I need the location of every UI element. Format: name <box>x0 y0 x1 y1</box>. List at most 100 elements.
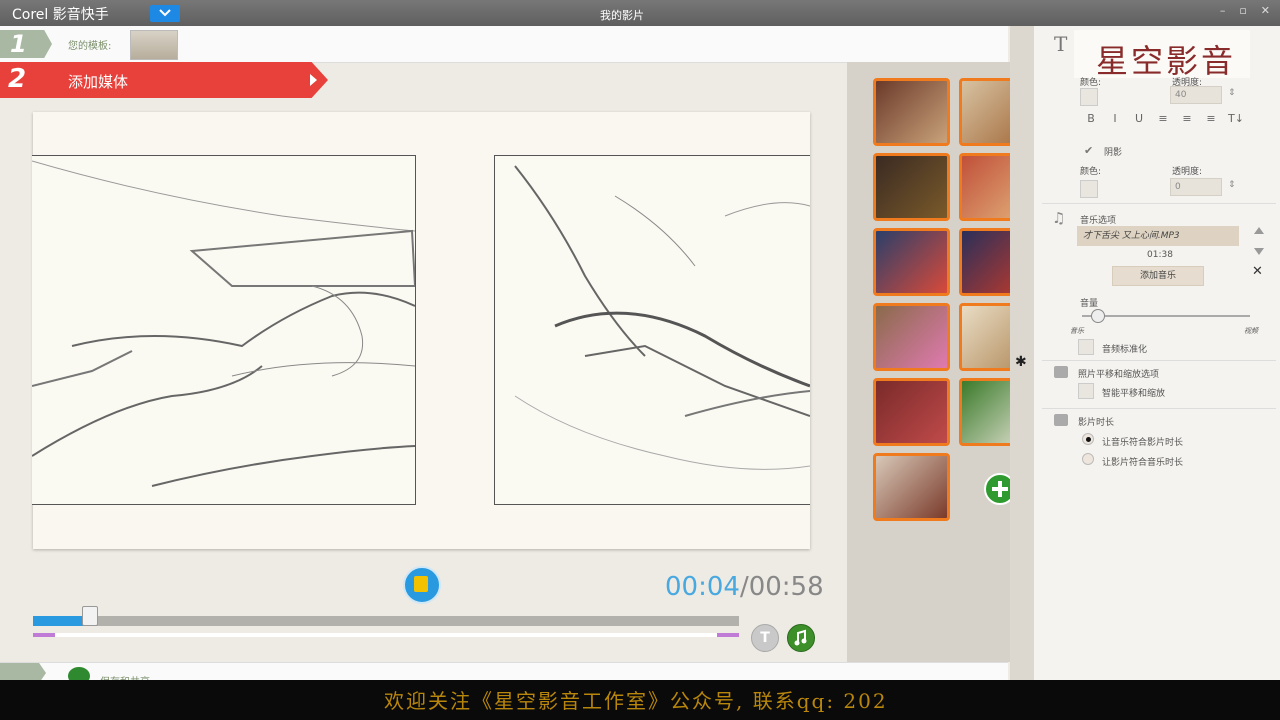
media-thumbnail[interactable] <box>959 378 1010 446</box>
play-pause-button[interactable] <box>403 566 441 604</box>
move-down-icon[interactable] <box>1254 248 1264 255</box>
normalize-label: 音频标准化 <box>1102 345 1148 355</box>
step2-header[interactable]: 2 添加媒体 <box>0 62 328 98</box>
add-music-button[interactable]: 添加音乐 <box>1112 266 1204 286</box>
clip-marker-start <box>33 633 55 637</box>
stepper-icon[interactable]: ⇕ <box>1228 180 1236 190</box>
volume-slider-knob[interactable] <box>1091 309 1105 323</box>
media-library-panel <box>847 62 1010 662</box>
timeline-scrubber[interactable] <box>33 606 739 626</box>
sketch-image-right <box>514 165 810 470</box>
scrubber-handle[interactable] <box>82 606 99 626</box>
music-note-icon: ♫ <box>1052 209 1066 227</box>
maximize-button[interactable]: ▫ <box>1239 4 1246 17</box>
time-display: 00:04/00:58 <box>665 572 824 602</box>
volume-slider[interactable] <box>1082 315 1250 317</box>
panel-divider[interactable] <box>1010 26 1034 680</box>
total-time: 00:58 <box>748 572 824 602</box>
window-title: 我的影片 <box>600 9 644 22</box>
clip-marker-end <box>717 633 739 637</box>
sketch-image-left <box>32 160 415 487</box>
media-thumbnail[interactable] <box>959 303 1010 371</box>
fit-music-radio[interactable] <box>1082 433 1094 445</box>
time-separator: / <box>739 572 749 602</box>
media-thumbnail[interactable] <box>873 453 950 521</box>
underline-button[interactable]: U <box>1132 112 1146 125</box>
fit-movie-label: 让影片符合音乐时长 <box>1102 458 1184 468</box>
music-duration: 01:38 <box>1147 250 1173 260</box>
current-time: 00:04 <box>665 572 740 602</box>
timeline-progress <box>33 616 90 626</box>
music-note-icon <box>794 629 807 646</box>
stepper-icon[interactable]: ⇕ <box>1228 88 1236 98</box>
step1-number[interactable]: 1 <box>0 30 52 58</box>
shadow-color-label: 颜色: <box>1080 167 1102 177</box>
chevron-down-icon <box>159 9 171 17</box>
media-thumbnail[interactable] <box>873 378 950 446</box>
app-menu-dropdown[interactable] <box>150 5 180 22</box>
banner-text: 欢迎关注《星空影音工作室》公众号, 联系qq: 202 <box>384 689 888 713</box>
preview-photo-left <box>32 155 416 505</box>
align-left-button[interactable]: ≡ <box>1156 112 1170 125</box>
music-button[interactable] <box>787 624 815 652</box>
shadow-transparency-field[interactable]: 0 <box>1170 178 1222 196</box>
app-name: Corel 影音快手 <box>12 7 109 23</box>
separator <box>1042 203 1276 204</box>
settings-panel: T 星空影音 颜色: 透明度: 40 ⇕ B I U ≡ ≡ ≡ T↓ ✔ 阴影… <box>1034 26 1280 680</box>
watermark-logo: 星空影音 <box>1074 30 1250 80</box>
title-text-icon: T <box>1054 32 1068 56</box>
media-thumbnail[interactable] <box>959 228 1010 296</box>
arrow-right-icon <box>310 74 317 86</box>
video-preview <box>32 112 810 549</box>
shadow-label: 阴影 <box>1104 148 1123 158</box>
smart-pan-label: 智能平移和缩放 <box>1102 389 1166 399</box>
bold-button[interactable]: B <box>1084 112 1098 125</box>
fit-movie-radio[interactable] <box>1082 453 1094 465</box>
align-right-button[interactable]: ≡ <box>1204 112 1218 125</box>
media-thumbnail[interactable] <box>873 78 950 146</box>
step1-bar: 1 您的模板: <box>0 26 1008 63</box>
caption-banner: 欢迎关注《星空影音工作室》公众号, 联系qq: 202 <box>0 680 1280 720</box>
remove-music-icon[interactable]: ✕ <box>1252 264 1263 279</box>
minimize-button[interactable]: – <box>1220 4 1226 17</box>
media-thumbnail[interactable] <box>959 78 1010 146</box>
volume-right-label: 视频 <box>1244 327 1258 335</box>
shadow-transparency-label: 透明度: <box>1172 167 1203 177</box>
checkmark-icon[interactable]: ✔ <box>1084 144 1093 157</box>
preview-photo-right <box>494 155 810 505</box>
pan-zoom-heading: 照片平移和缩放选项 <box>1078 370 1160 380</box>
italic-button[interactable]: I <box>1108 112 1122 125</box>
add-title-button[interactable]: T <box>751 624 779 652</box>
media-thumbnail[interactable] <box>959 153 1010 221</box>
align-center-button[interactable]: ≡ <box>1180 112 1194 125</box>
clip-track[interactable] <box>33 633 739 637</box>
pause-icon <box>414 576 428 592</box>
text-transparency-field[interactable]: 40 <box>1170 86 1222 104</box>
media-thumbnail[interactable] <box>873 303 950 371</box>
smart-pan-checkbox[interactable] <box>1078 383 1094 399</box>
separator <box>1042 360 1276 361</box>
shadow-color-swatch[interactable] <box>1080 180 1098 198</box>
duration-icon <box>1054 414 1068 426</box>
gear-icon[interactable]: ✱ <box>1015 354 1027 370</box>
move-up-icon[interactable] <box>1254 227 1264 234</box>
text-color-label: 颜色: <box>1080 78 1102 88</box>
template-thumbnail[interactable] <box>130 30 178 60</box>
close-button[interactable]: ✕ <box>1261 4 1270 17</box>
step2-number: 2 <box>8 64 27 94</box>
text-color-swatch[interactable] <box>1080 88 1098 106</box>
template-label: 您的模板: <box>68 41 112 52</box>
music-options-heading: 音乐选项 <box>1080 216 1117 226</box>
title-bar: Corel 影音快手 我的影片 – ▫ ✕ <box>0 0 1280 26</box>
text-format-toolbar: B I U ≡ ≡ ≡ T↓ <box>1084 112 1244 125</box>
separator <box>1042 408 1276 409</box>
normalize-checkbox[interactable] <box>1078 339 1094 355</box>
duration-heading: 影片时长 <box>1078 418 1115 428</box>
volume-label: 音量 <box>1080 299 1099 309</box>
pan-zoom-icon <box>1054 366 1068 378</box>
media-thumbnail[interactable] <box>873 228 950 296</box>
media-thumbnail[interactable] <box>873 153 950 221</box>
text-direction-button[interactable]: T↓ <box>1228 112 1244 125</box>
music-track-item[interactable]: 才下舌尖 又上心间.MP3 <box>1077 226 1239 246</box>
fit-music-label: 让音乐符合影片时长 <box>1102 438 1184 448</box>
